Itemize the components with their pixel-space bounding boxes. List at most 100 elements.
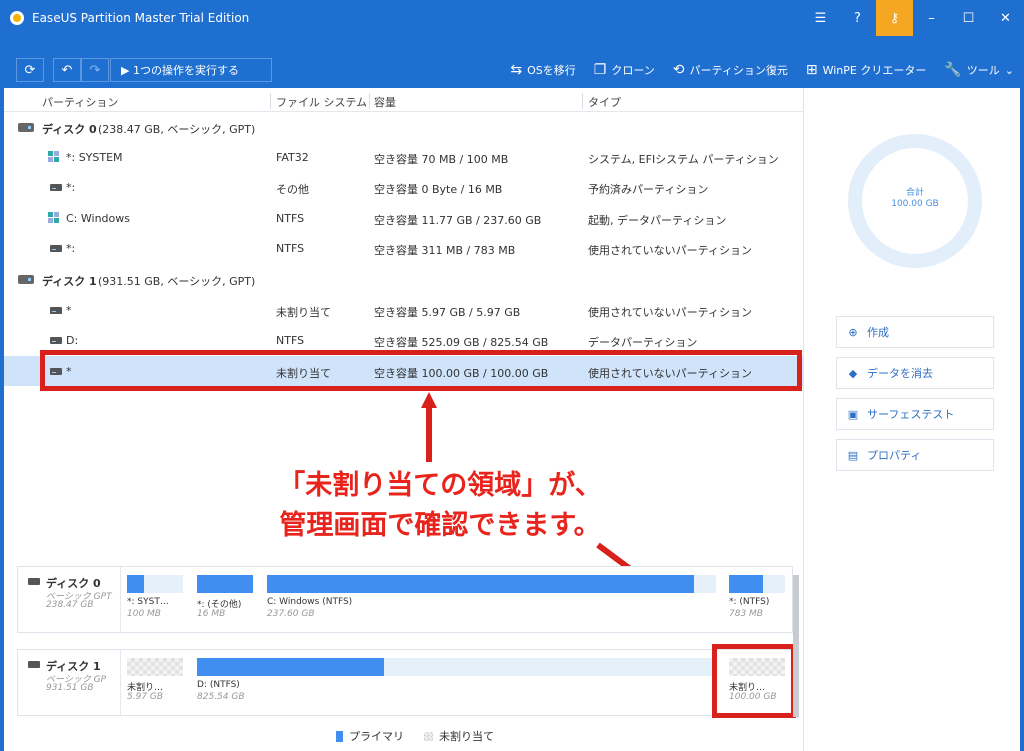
partition-type: 予約済みパーティション [588, 183, 709, 196]
partition-name: *: [66, 242, 76, 255]
refresh-button[interactable]: ⟳ [16, 58, 44, 82]
donut-label: 合計 100.00 GB [848, 188, 982, 210]
partition-name: *: SYSTEM [66, 151, 123, 164]
partition-filesystem: NTFS [276, 212, 305, 225]
execute-operations-button[interactable]: ▶ 1つの操作を実行する [110, 58, 272, 82]
properties-button[interactable]: ▤ プロパティ [836, 439, 994, 471]
highlight-box [712, 644, 796, 718]
partition-filesystem: 未割り当て [276, 306, 331, 319]
tools-label: ツール [966, 64, 1000, 77]
menu-icon[interactable]: ☰ [802, 0, 839, 36]
disk-row[interactable]: ディスク 1 (931.51 GB, ベーシック, GPT) [4, 264, 803, 294]
partition-filesystem: NTFS [276, 334, 305, 347]
segment-size: 783 MB [729, 609, 763, 619]
toolbar-actions: ⇆ OSを移行 ❐ クローン ⟲ パーティション復元 ⊞ WinPE クリエーター 🔧 ツ… [510, 58, 1014, 82]
migrate-icon: ⇆ [510, 62, 523, 78]
partition-row[interactable]: * 未割り当て 空き容量 5.97 GB / 5.97 GB 使用されていないパ… [4, 295, 803, 325]
segment-size: 237.60 GB [267, 609, 315, 619]
partition-segment[interactable]: D: (NTFS) 825.54 GB [197, 658, 716, 702]
partition-segment[interactable]: *: SYST… 100 MB [127, 575, 183, 619]
wipe-data-label: データを消去 [867, 367, 933, 380]
drive-icon [50, 184, 62, 191]
legend: プライマリ 未割り当て [336, 728, 494, 744]
segment-size: 5.97 GB [127, 692, 164, 702]
partition-recovery-label: パーティション復元 [689, 64, 788, 77]
disk-icon [28, 661, 40, 668]
partition-row[interactable]: *: その他 空き容量 0 Byte / 16 MB 予約済みパーティション [4, 172, 803, 202]
disk-icon [28, 578, 40, 585]
partition-capacity: 空き容量 525.09 GB / 825.54 GB [374, 336, 549, 349]
segment-fill [267, 575, 694, 593]
column-type[interactable]: タイプ [588, 94, 621, 110]
column-separator [369, 93, 370, 109]
key-icon[interactable]: ⚷ [876, 0, 913, 36]
scrollbar[interactable] [793, 575, 799, 717]
partition-row[interactable]: *: SYSTEM FAT32 空き容量 70 MB / 100 MB システム… [4, 142, 803, 172]
disk-icon [18, 123, 34, 132]
tools-button[interactable]: 🔧 ツール ⌄ [944, 62, 1014, 78]
segment-bar [127, 658, 183, 676]
surface-test-label: サーフェステスト [867, 408, 955, 421]
create-label: 作成 [867, 326, 889, 339]
undo-button[interactable]: ↶ [53, 58, 81, 82]
disk-map-panel[interactable]: ディスク 1 ベーシック GP 931.51 GB 未割り… 5.97 GB D… [17, 649, 793, 716]
partition-filesystem: FAT32 [276, 151, 309, 164]
partition-name: D: [66, 334, 79, 347]
disk-map-size: 931.51 GB [46, 683, 94, 693]
summary-label: 合計 [905, 188, 924, 198]
properties-label: プロパティ [867, 449, 922, 462]
partition-row[interactable]: *: NTFS 空き容量 311 MB / 783 MB 使用されていないパーテ… [4, 233, 803, 263]
minimize-icon[interactable]: – [913, 0, 950, 36]
annotation-callout: 「未割り当ての領域」が、 管理画面で確認できます。 [250, 466, 630, 546]
segment-size: 825.54 GB [197, 692, 245, 702]
partition-segment[interactable]: C: Windows (NTFS) 237.60 GB [267, 575, 716, 619]
disk-info: (931.51 GB, ベーシック, GPT) [98, 275, 256, 288]
segment-size: 16 MB [197, 609, 226, 619]
winpe-creator-button[interactable]: ⊞ WinPE クリエーター [806, 62, 926, 78]
disk-name: ディスク 1 [42, 275, 97, 288]
help-icon[interactable]: ? [839, 0, 876, 36]
wipe-data-button[interactable]: ◆ データを消去 [836, 357, 994, 389]
column-capacity[interactable]: 容量 [374, 94, 396, 110]
winpe-creator-label: WinPE クリエーター [822, 64, 927, 77]
disk-icon [18, 275, 34, 284]
wrench-icon: 🔧 [944, 62, 962, 78]
disk-row[interactable]: ディスク 0 (238.47 GB, ベーシック, GPT) [4, 112, 803, 142]
maximize-icon[interactable]: ☐ [950, 0, 987, 36]
close-icon[interactable]: ✕ [987, 0, 1024, 36]
right-border [1020, 88, 1024, 751]
partition-segment[interactable]: 未割り… 5.97 GB [127, 658, 183, 702]
partition-list-header: パーティション ファイル システム 容量 タイプ [4, 88, 803, 112]
redo-button[interactable]: ↷ [81, 58, 109, 82]
primary-swatch [336, 730, 343, 742]
migrate-os-button[interactable]: ⇆ OSを移行 [510, 62, 575, 78]
partition-name: C: Windows [66, 212, 130, 225]
clone-button[interactable]: ❐ クローン [594, 62, 655, 78]
partition-recovery-button[interactable]: ⟲ パーティション復元 [673, 62, 788, 78]
disk-map-panel[interactable]: ディスク 0 ベーシック GPT 238.47 GB *: SYST… 100 … [17, 566, 793, 633]
windows-partition-icon [48, 212, 60, 224]
partition-row[interactable]: C: Windows NTFS 空き容量 11.77 GB / 237.60 G… [4, 203, 803, 233]
partition-type: システム, EFIシステム パーティション [588, 153, 779, 166]
segment-label: D: (NTFS) [197, 680, 240, 690]
segment-label: C: Windows (NTFS) [267, 597, 353, 607]
segment-fill [127, 575, 144, 593]
column-partition[interactable]: パーティション [42, 94, 118, 110]
partition-capacity: 空き容量 0 Byte / 16 MB [374, 183, 503, 196]
properties-icon: ▤ [847, 448, 859, 462]
callout-line-1: 「未割り当ての領域」が、 [278, 470, 602, 501]
partition-segment[interactable]: *: (その他) 16 MB [197, 575, 253, 619]
legend-unallocated: 未割り当て [439, 730, 494, 743]
partition-segment[interactable]: *: (NTFS) 783 MB [729, 575, 785, 619]
segment-size: 100 MB [127, 609, 161, 619]
create-button[interactable]: ⊕ 作成 [836, 316, 994, 348]
surface-test-button[interactable]: ▣ サーフェステスト [836, 398, 994, 430]
partition-type: 起動, データパーティション [588, 214, 727, 227]
title-bar: EaseUS Partition Master Trial Edition ☰ … [0, 0, 1024, 36]
segment-fill [197, 575, 253, 593]
eraser-icon: ◆ [848, 366, 858, 380]
segment-fill [197, 658, 384, 676]
partition-type: データパーティション [588, 336, 698, 349]
toolbar: ⟳ ↶ ↷ ▶ 1つの操作を実行する ⇆ OSを移行 ❐ クローン ⟲ パーティション… [0, 36, 1024, 88]
column-filesystem[interactable]: ファイル システム [276, 94, 367, 110]
